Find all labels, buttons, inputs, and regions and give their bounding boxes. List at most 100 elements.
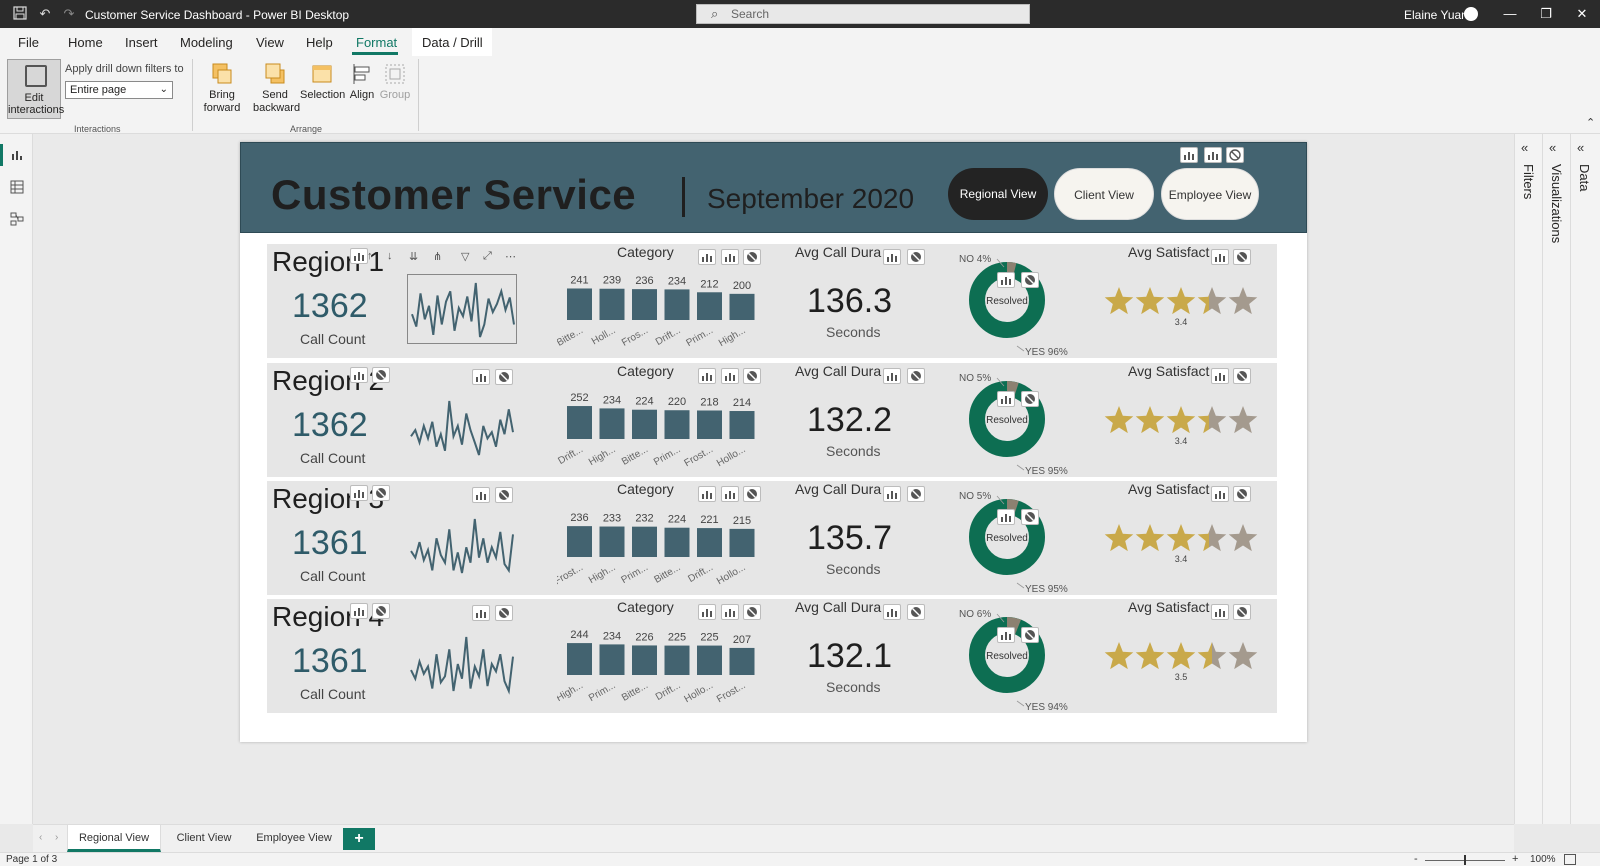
undo-icon[interactable]: ↶	[37, 6, 53, 22]
none-interaction-icon[interactable]	[1021, 272, 1039, 288]
filter-visual-icon[interactable]	[698, 368, 716, 384]
filter-visual-icon[interactable]	[472, 369, 490, 385]
zoom-slider-thumb[interactable]	[1464, 855, 1466, 865]
restore-icon[interactable]: ❐	[1536, 5, 1556, 23]
data-pane[interactable]: « Data	[1570, 134, 1598, 824]
category-bar[interactable]	[632, 526, 657, 557]
drill-up-icon[interactable]: ↑	[367, 250, 373, 262]
menu-file[interactable]: File	[18, 35, 39, 50]
focus-mode-icon[interactable]: ⤢	[483, 250, 492, 263]
category-bar[interactable]	[632, 645, 657, 675]
filter-visual-icon[interactable]	[997, 272, 1015, 288]
client-view-button[interactable]: Client View	[1054, 168, 1154, 220]
highlight-visual-icon[interactable]	[721, 249, 739, 265]
minimize-icon[interactable]: —	[1500, 5, 1520, 23]
user-avatar[interactable]	[1464, 7, 1478, 21]
filter-visual-icon[interactable]	[883, 368, 901, 384]
report-view-icon[interactable]	[9, 148, 25, 162]
bring-forward-button[interactable]: Bring forward	[200, 62, 244, 122]
expand-visualizations-icon[interactable]: «	[1549, 140, 1556, 155]
add-page-button[interactable]: +	[343, 828, 375, 850]
filter-visual-icon[interactable]	[883, 604, 901, 620]
menu-format[interactable]: Format	[356, 35, 397, 50]
none-interaction-icon[interactable]	[907, 249, 925, 265]
close-icon[interactable]: ✕	[1572, 5, 1592, 23]
filter-visual-icon[interactable]	[698, 486, 716, 502]
highlight-visual-icon[interactable]	[721, 604, 739, 620]
category-bar[interactable]	[599, 644, 625, 675]
call-sparkline[interactable]	[407, 393, 517, 463]
filter-visual-icon[interactable]	[1211, 249, 1229, 265]
group-button[interactable]: Group	[373, 62, 417, 122]
filter-visual-icon[interactable]	[883, 249, 901, 265]
none-interaction-icon[interactable]	[1233, 486, 1251, 502]
highlight-visual-icon[interactable]	[1204, 147, 1222, 163]
none-interaction-icon[interactable]	[1233, 368, 1251, 384]
category-bar[interactable]	[697, 410, 722, 439]
filter-visual-icon[interactable]	[1211, 604, 1229, 620]
menu-help[interactable]: Help	[306, 35, 333, 50]
category-bar[interactable]	[729, 528, 755, 557]
drill-down-icon[interactable]: ↓	[387, 250, 393, 262]
none-interaction-icon[interactable]	[1226, 147, 1244, 163]
menu-insert[interactable]: Insert	[125, 35, 158, 50]
fit-to-page-icon[interactable]	[1564, 854, 1576, 865]
edit-interactions-button[interactable]: Edit interactions	[7, 59, 64, 119]
category-bar[interactable]	[664, 410, 690, 439]
category-bar[interactable]	[599, 408, 625, 439]
category-bar[interactable]	[697, 292, 722, 320]
category-bar-chart[interactable]: 252 Drift... 234 High... 224 Bitte... 220 Prim.…	[556, 383, 757, 477]
filter-visual-icon[interactable]	[350, 603, 368, 619]
none-interaction-icon[interactable]	[907, 604, 925, 620]
filters-pane[interactable]: « Filters	[1514, 134, 1542, 824]
scroll-right-icon[interactable]: ›	[55, 832, 58, 843]
filter-visual-icon[interactable]	[472, 487, 490, 503]
filter-visual-icon[interactable]	[1211, 368, 1229, 384]
filter-visual-icon[interactable]	[997, 627, 1015, 643]
category-bar-chart[interactable]: 244 High... 234 Prim... 226 Bitte... 225 Drift.…	[554, 619, 757, 713]
filter-visual-icon[interactable]	[350, 485, 368, 501]
category-bar[interactable]	[632, 289, 657, 320]
scroll-left-icon[interactable]: ‹	[39, 832, 42, 843]
none-interaction-icon[interactable]	[1233, 604, 1251, 620]
expand-all-icon[interactable]: ⇊	[409, 250, 418, 263]
filter-visual-icon[interactable]	[350, 367, 368, 383]
menu-modeling[interactable]: Modeling	[180, 35, 233, 50]
category-bar[interactable]	[567, 288, 592, 320]
filter-visual-icon[interactable]	[997, 391, 1015, 407]
employee-view-button[interactable]: Employee View	[1161, 168, 1259, 220]
filter-visual-icon[interactable]	[1180, 147, 1198, 163]
page-tab-regional[interactable]: Regional View	[67, 825, 161, 852]
menu-home[interactable]: Home	[68, 35, 103, 50]
menu-view[interactable]: View	[256, 35, 284, 50]
save-icon[interactable]	[12, 6, 28, 22]
data-view-icon[interactable]	[9, 180, 25, 194]
collapse-ribbon-icon[interactable]: ⌃	[1586, 116, 1595, 129]
redo-icon[interactable]: ↷	[61, 6, 77, 22]
filter-visual-icon[interactable]	[997, 509, 1015, 525]
none-interaction-icon[interactable]	[1021, 509, 1039, 525]
none-interaction-icon[interactable]	[1021, 627, 1039, 643]
filter-visual-icon[interactable]	[883, 486, 901, 502]
user-name[interactable]: Elaine Yuan	[1404, 8, 1468, 22]
filter-visual-icon[interactable]	[698, 249, 716, 265]
resolved-donut-chart[interactable]: Resolved NO 5% YES 95%	[957, 373, 1077, 477]
category-bar[interactable]	[567, 526, 592, 557]
expand-next-level-icon[interactable]: ⋔	[433, 250, 442, 263]
selection-button[interactable]: Selection	[300, 62, 345, 122]
more-options-icon[interactable]: ⋯	[505, 250, 516, 263]
category-bar[interactable]	[567, 643, 592, 675]
none-interaction-icon[interactable]	[743, 604, 761, 620]
resolved-donut-chart[interactable]: Resolved NO 5% YES 95%	[957, 491, 1077, 595]
category-bar[interactable]	[664, 527, 690, 557]
none-interaction-icon[interactable]	[495, 487, 513, 503]
none-interaction-icon[interactable]	[372, 485, 390, 501]
category-bar[interactable]	[599, 526, 625, 557]
filter-icon[interactable]: ▽	[461, 250, 469, 263]
search-box[interactable]: ⌕ Search	[696, 4, 1030, 24]
regional-view-button[interactable]: Regional View	[948, 168, 1048, 220]
category-bar[interactable]	[697, 528, 722, 557]
none-interaction-icon[interactable]	[743, 249, 761, 265]
filter-visual-icon[interactable]	[698, 604, 716, 620]
category-bar[interactable]	[567, 406, 592, 439]
